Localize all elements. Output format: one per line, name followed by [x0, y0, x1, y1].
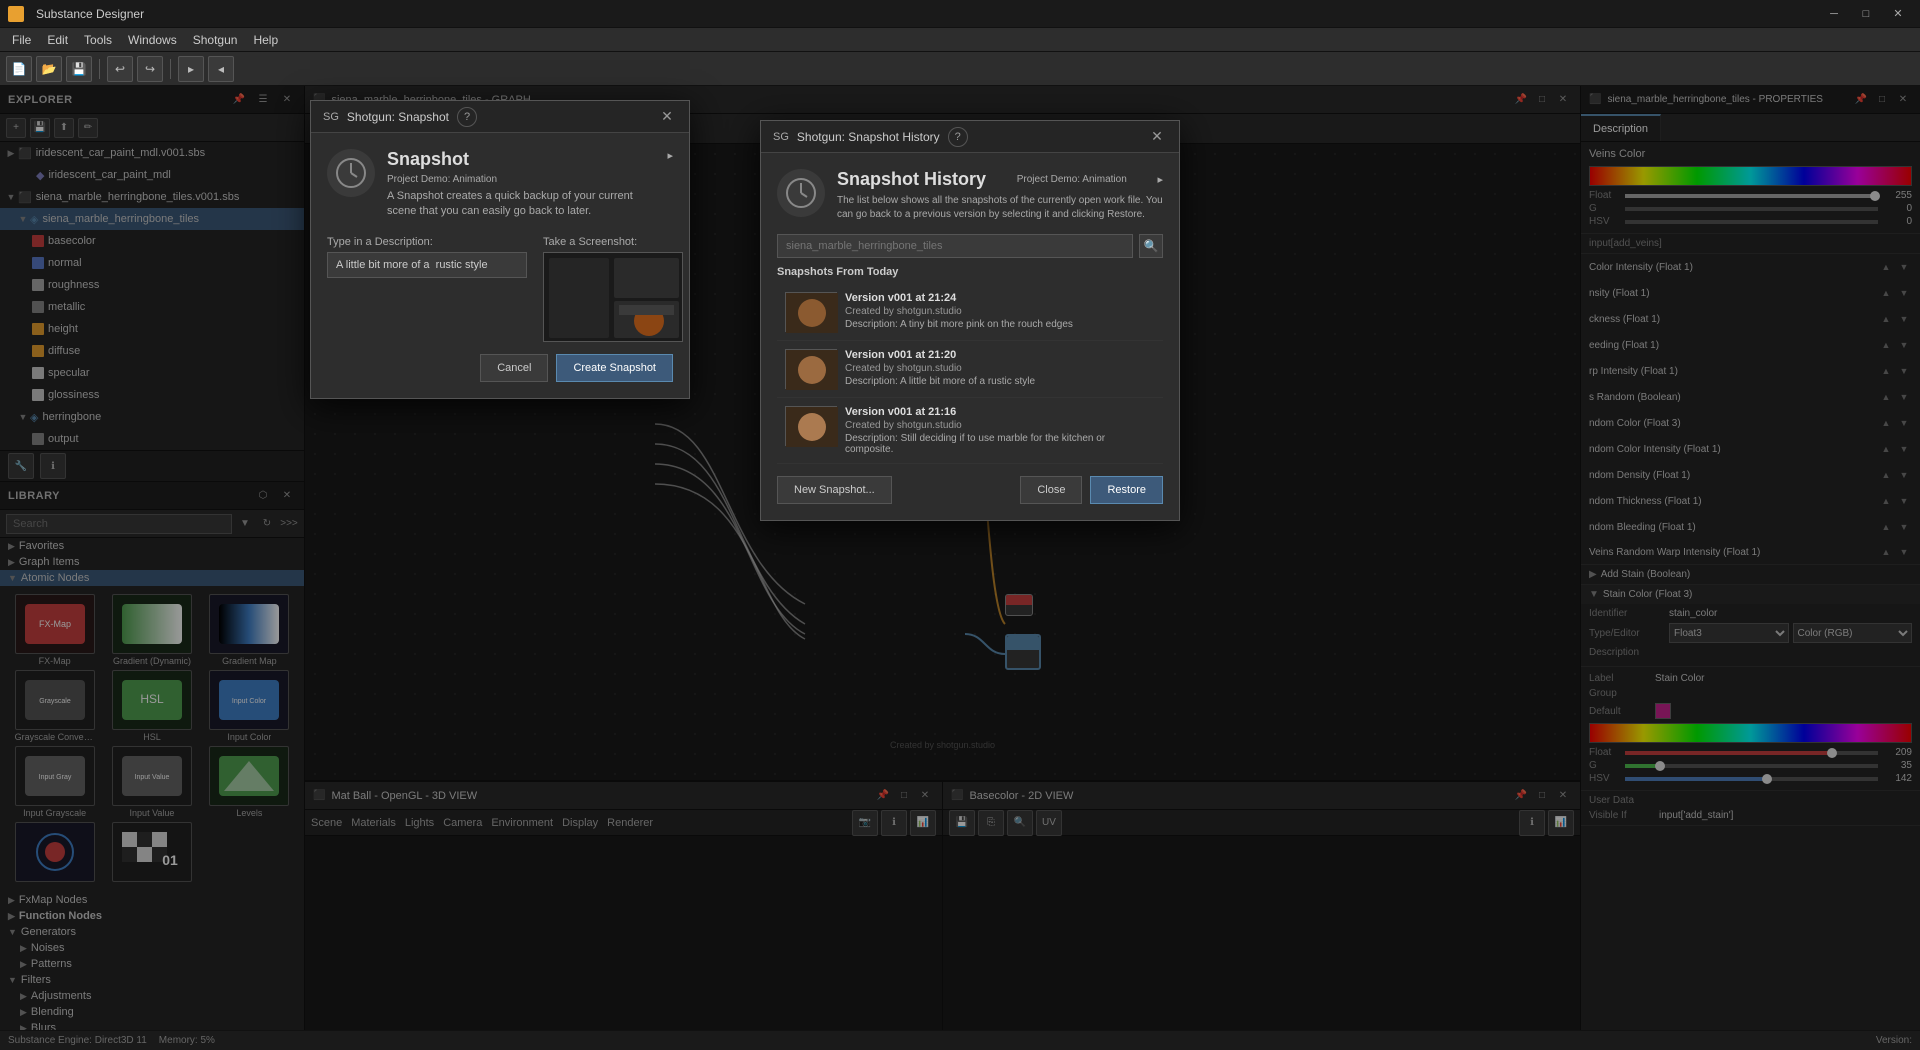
snapshot-right: Take a Screenshot:	[543, 236, 683, 342]
snapshot-thumb-1	[785, 292, 837, 332]
maximize-button[interactable]: □	[1852, 4, 1880, 24]
history-header-row: Snapshot History Project Demo: Animation…	[777, 169, 1163, 222]
history-restore-btn[interactable]: Restore	[1090, 476, 1163, 504]
history-dialog-body: Snapshot History Project Demo: Animation…	[761, 153, 1179, 520]
snap-meta-3: Created by shotgun.studio	[845, 420, 1155, 431]
snap-meta-2: Created by shotgun.studio	[845, 363, 1155, 374]
snapshot-close-btn[interactable]: ✕	[657, 107, 677, 127]
minimize-button[interactable]: ─	[1820, 4, 1848, 24]
menu-help[interactable]: Help	[245, 31, 286, 49]
menu-tools[interactable]: Tools	[76, 31, 120, 49]
history-dialog-title: Shotgun: Snapshot History	[797, 130, 940, 144]
snapshot-thumb-3	[785, 406, 837, 446]
screenshot-preview	[543, 252, 683, 342]
snapshot-item-2[interactable]: Version v001 at 21:20 Created by shotgun…	[777, 341, 1163, 398]
snapshot-help-btn[interactable]: ?	[457, 107, 477, 127]
snap-desc-3: Description: Still deciding if to use ma…	[845, 433, 1155, 455]
snapshot-dialog-title: Shotgun: Snapshot	[347, 110, 449, 124]
menu-file[interactable]: File	[4, 31, 39, 49]
history-search-row: 🔍	[777, 234, 1163, 258]
snapshot-dialog-header: SG Shotgun: Snapshot ? ✕	[311, 101, 689, 133]
toolbar-separator	[99, 59, 100, 79]
snapshot-nav-arrow[interactable]: ▸	[667, 149, 673, 162]
history-sg-icon: SG	[773, 131, 789, 143]
redo-button[interactable]: ↪	[137, 56, 163, 82]
snapshot-dialog-body: Snapshot Project Demo: Animation A Snaps…	[311, 133, 689, 398]
snapshot-desc-label: Type in a Description:	[327, 236, 527, 248]
app-title: Substance Designer	[36, 7, 144, 21]
menu-windows[interactable]: Windows	[120, 31, 185, 49]
snap-version-3: Version v001 at 21:16	[845, 406, 1155, 418]
snapshot-create-btn[interactable]: Create Snapshot	[556, 354, 673, 382]
toolbar-extra2[interactable]: ◂	[208, 56, 234, 82]
snapshot-desc-input[interactable]	[327, 252, 527, 278]
history-search-input[interactable]	[777, 234, 1133, 258]
new-button[interactable]: 📄	[6, 56, 32, 82]
snapshot-clock-icon	[327, 149, 375, 197]
app-icon	[8, 6, 24, 22]
screenshot-label: Take a Screenshot:	[543, 236, 683, 248]
status-engine: Substance Engine: Direct3D 11	[8, 1035, 147, 1046]
history-search-btn[interactable]: 🔍	[1139, 234, 1163, 258]
menubar: File Edit Tools Windows Shotgun Help	[0, 28, 1920, 52]
snapshot-nav: ▸	[667, 149, 673, 162]
status-version: Version:	[1876, 1035, 1912, 1046]
snapshot-heading: Snapshot	[387, 149, 655, 170]
snapshot-desc-row: Type in a Description:	[327, 236, 527, 278]
snapshot-left: Type in a Description:	[327, 236, 527, 342]
close-button[interactable]: ✕	[1884, 4, 1912, 24]
history-close-btn[interactable]: Close	[1020, 476, 1082, 504]
titlebar: Substance Designer ─ □ ✕	[0, 0, 1920, 28]
snapshot-header-text: Snapshot Project Demo: Animation A Snaps…	[387, 149, 655, 220]
history-nav-arrow[interactable]: ▸	[1157, 173, 1163, 186]
window-controls: ─ □ ✕	[1820, 4, 1912, 24]
history-description: The list below shows all the snapshots o…	[837, 194, 1163, 222]
snapshots-today-label: Snapshots From Today	[777, 266, 1163, 278]
snapshot-list: Version v001 at 21:24 Created by shotgun…	[777, 284, 1163, 464]
snapshot-thumb-2	[785, 349, 837, 389]
history-dialog-header: SG Shotgun: Snapshot History ? ✕	[761, 121, 1179, 153]
history-heading: Snapshot History	[837, 169, 986, 190]
snap-meta-1: Created by shotgun.studio	[845, 306, 1155, 317]
snapshot-description: A Snapshot creates a quick backup of you…	[387, 189, 655, 220]
snap-desc-2: Description: A little bit more of a rust…	[845, 376, 1155, 387]
snapshot-buttons: Cancel Create Snapshot	[327, 354, 673, 382]
snap-version-2: Version v001 at 21:20	[845, 349, 1155, 361]
history-buttons: New Snapshot... Close Restore	[777, 476, 1163, 504]
snapshot-info-1: Version v001 at 21:24 Created by shotgun…	[845, 292, 1155, 330]
open-button[interactable]: 📂	[36, 56, 62, 82]
snapshot-item-1[interactable]: Version v001 at 21:24 Created by shotgun…	[777, 284, 1163, 341]
history-project: Project Demo: Animation	[1017, 174, 1127, 185]
snap-version-1: Version v001 at 21:24	[845, 292, 1155, 304]
history-close-x-btn[interactable]: ✕	[1147, 127, 1167, 147]
history-heading-row: Snapshot History Project Demo: Animation…	[837, 169, 1163, 190]
snapshot-header-row: Snapshot Project Demo: Animation A Snaps…	[327, 149, 673, 220]
toolbar: 📄 📂 💾 ↩ ↪ ▸ ◂	[0, 52, 1920, 86]
snapshot-cancel-btn[interactable]: Cancel	[480, 354, 548, 382]
snap-desc-1: Description: A tiny bit more pink on the…	[845, 319, 1155, 330]
snapshot-info-3: Version v001 at 21:16 Created by shotgun…	[845, 406, 1155, 455]
snapshot-form-area: Type in a Description: Take a Screenshot…	[327, 236, 673, 342]
menu-edit[interactable]: Edit	[39, 31, 76, 49]
menu-shotgun[interactable]: Shotgun	[185, 31, 246, 49]
status-memory: Memory: 5%	[159, 1035, 215, 1046]
shotgun-icon: SG	[323, 111, 339, 123]
toolbar-separator-2	[170, 59, 171, 79]
save-button[interactable]: 💾	[66, 56, 92, 82]
snapshot-history-dialog: SG Shotgun: Snapshot History ? ✕ Snapsho…	[760, 120, 1180, 521]
snapshot-item-3[interactable]: Version v001 at 21:16 Created by shotgun…	[777, 398, 1163, 464]
history-header-text: Snapshot History Project Demo: Animation…	[837, 169, 1163, 222]
history-clock-icon	[777, 169, 825, 217]
toolbar-extra[interactable]: ▸	[178, 56, 204, 82]
history-help-btn[interactable]: ?	[948, 127, 968, 147]
history-new-snapshot-btn[interactable]: New Snapshot...	[777, 476, 892, 504]
undo-button[interactable]: ↩	[107, 56, 133, 82]
snapshot-dialog: SG Shotgun: Snapshot ? ✕ Snapshot Projec…	[310, 100, 690, 399]
global-status-bar: Substance Engine: Direct3D 11 Memory: 5%…	[0, 1030, 1920, 1050]
snapshot-project: Project Demo: Animation	[387, 174, 655, 185]
snapshot-info-2: Version v001 at 21:20 Created by shotgun…	[845, 349, 1155, 387]
